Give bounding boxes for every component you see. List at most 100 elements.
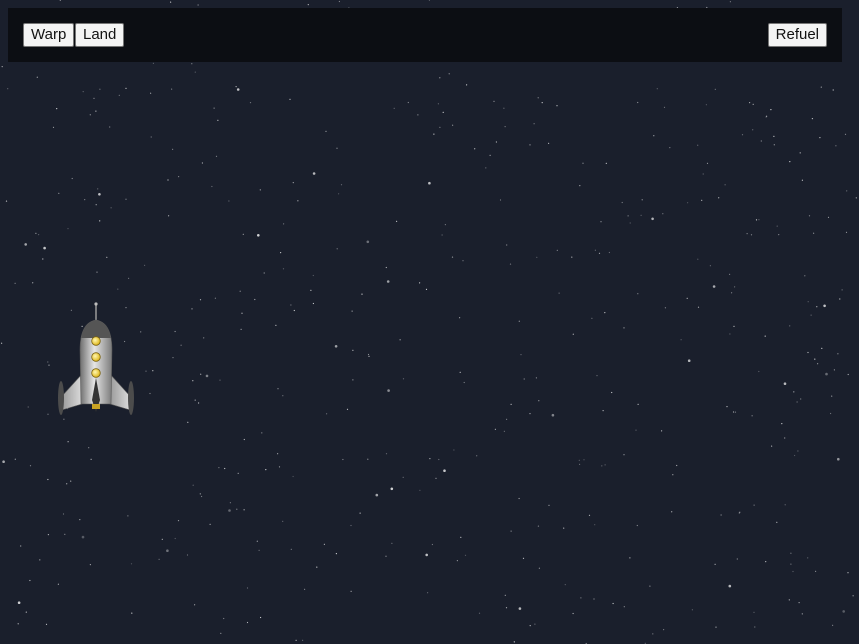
star <box>623 606 625 608</box>
star <box>312 274 314 277</box>
land-button[interactable]: Land <box>75 23 125 47</box>
star <box>621 201 623 204</box>
star <box>669 147 671 149</box>
star <box>2 460 5 464</box>
star <box>489 154 491 156</box>
star <box>367 353 370 356</box>
star <box>651 217 654 221</box>
star <box>20 545 22 547</box>
star <box>503 107 505 109</box>
star <box>582 162 584 164</box>
star <box>533 123 535 125</box>
star <box>62 513 65 515</box>
star <box>758 219 760 221</box>
star <box>572 612 574 615</box>
star <box>289 98 291 100</box>
star <box>186 554 189 556</box>
rocket-ship[interactable] <box>56 300 136 418</box>
star <box>463 381 465 384</box>
star <box>653 135 655 137</box>
star <box>246 621 249 624</box>
star <box>172 148 174 150</box>
star <box>510 403 512 405</box>
star <box>118 94 120 96</box>
star <box>832 624 834 626</box>
star <box>855 197 857 199</box>
star <box>601 465 603 467</box>
star <box>714 563 716 565</box>
star <box>661 430 663 432</box>
star <box>66 483 68 485</box>
star <box>428 0 430 1</box>
star <box>752 103 754 105</box>
star <box>239 290 241 292</box>
star <box>810 314 812 316</box>
left-fin <box>61 373 83 411</box>
star <box>203 337 205 339</box>
star <box>778 234 780 236</box>
star <box>529 413 531 415</box>
star <box>32 282 34 284</box>
star <box>579 463 581 465</box>
star <box>47 478 49 481</box>
star <box>340 184 343 186</box>
star <box>456 560 458 562</box>
star <box>753 504 755 506</box>
star <box>67 441 69 443</box>
porthole-2 <box>91 352 101 362</box>
star <box>441 234 443 236</box>
star <box>237 472 239 474</box>
star <box>334 345 338 348</box>
star <box>312 302 314 305</box>
star <box>751 415 753 417</box>
star <box>187 421 189 423</box>
star <box>729 333 731 335</box>
star <box>770 109 772 111</box>
star <box>228 200 230 202</box>
star <box>686 297 688 299</box>
star <box>97 188 99 190</box>
star <box>629 222 631 224</box>
star <box>117 288 119 290</box>
star <box>82 91 84 93</box>
star <box>240 328 242 330</box>
star <box>171 88 173 90</box>
star <box>140 331 142 333</box>
star <box>605 162 607 164</box>
star <box>310 289 312 291</box>
star <box>816 306 818 308</box>
star <box>191 308 193 310</box>
star <box>307 4 309 6</box>
star <box>71 177 73 180</box>
star <box>579 185 581 187</box>
star <box>841 289 843 291</box>
star <box>236 508 238 510</box>
star <box>602 410 604 412</box>
star <box>548 504 550 506</box>
star <box>200 373 202 375</box>
star <box>209 523 211 526</box>
star <box>846 190 848 192</box>
star <box>350 590 352 592</box>
star <box>145 370 147 372</box>
star <box>765 561 767 563</box>
star <box>1 66 3 68</box>
star <box>144 264 146 266</box>
star <box>443 469 446 473</box>
star <box>174 537 176 540</box>
warp-button[interactable]: Warp <box>23 23 75 47</box>
star <box>201 495 203 498</box>
star <box>604 464 606 466</box>
star <box>150 136 152 138</box>
refuel-button[interactable]: Refuel <box>767 23 827 47</box>
star <box>125 198 127 200</box>
star <box>48 364 50 366</box>
star <box>604 312 606 314</box>
star <box>697 258 699 260</box>
star <box>396 220 398 222</box>
star <box>462 260 464 262</box>
star <box>96 271 98 273</box>
star <box>736 558 738 560</box>
star <box>263 272 265 274</box>
star <box>282 395 284 397</box>
